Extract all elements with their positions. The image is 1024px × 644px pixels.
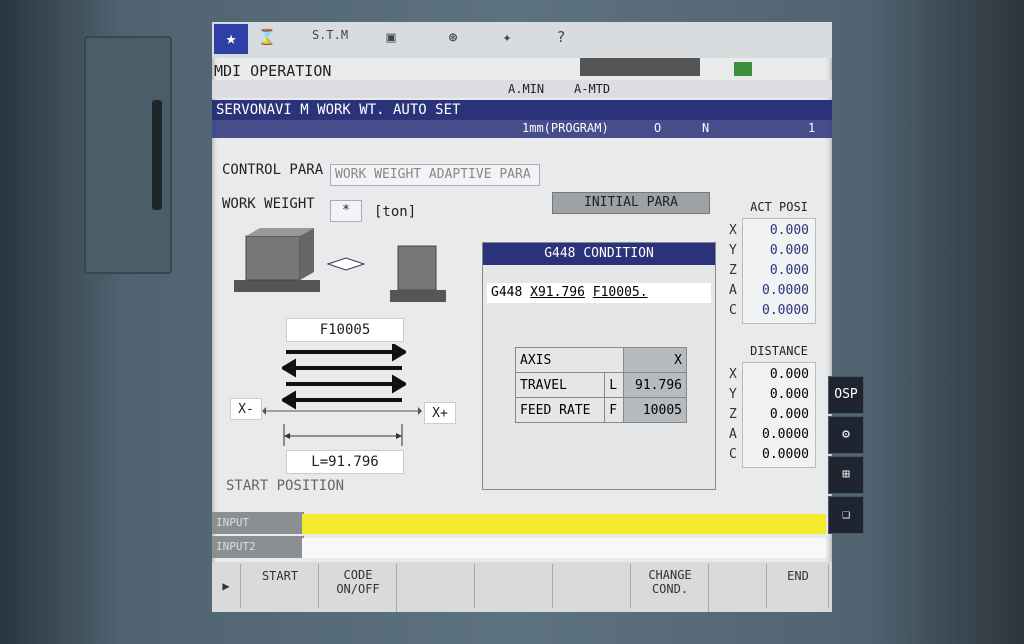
input2-label: INPUT2 <box>212 536 304 558</box>
unit-program: 1mm(PROGRAM) <box>522 121 609 135</box>
length-dimension <box>282 424 406 446</box>
side-tabs: OSP ⚙ ⊞ ❑ <box>828 376 864 546</box>
act-posi-row: Z 0.000 <box>729 263 809 278</box>
grid-icon[interactable]: ✦ <box>494 28 520 48</box>
cell-travel-value: 91.796 <box>623 372 687 398</box>
feed-label: F10005 <box>286 318 404 342</box>
act-posi-row: A 0.0000 <box>729 283 809 298</box>
status-icons <box>580 58 700 76</box>
window-tab-icon[interactable]: ❑ <box>828 496 864 534</box>
g448-header: G448 CONDITION <box>483 243 715 265</box>
cell-feed-value: 10005 <box>623 397 687 423</box>
cell-axis-value: X <box>623 347 687 373</box>
start-button[interactable]: START <box>242 564 319 608</box>
act-posi-row: C 0.0000 <box>729 303 809 318</box>
n-label: N <box>702 121 710 135</box>
cnc-screen: ★ ⌛ S.T.M ▣ ⊛ ✦ ? MDI OPERATION A.MIN A-… <box>212 22 832 612</box>
distance-row: X 0.000 <box>729 367 809 382</box>
cell-feed: FEED RATE <box>514 397 606 423</box>
act-posi-header: ACT POSI <box>750 200 808 214</box>
work-diagram <box>234 226 454 306</box>
cell-feed-sym: F <box>604 397 625 423</box>
cell-travel-sym: L <box>604 372 625 398</box>
table-row: TRAVEL L 91.796 <box>514 372 687 398</box>
help-icon[interactable]: ? <box>548 28 574 48</box>
change-cond-button[interactable]: CHANGE COND. <box>632 564 709 612</box>
camera-icon[interactable]: ▣ <box>378 28 404 48</box>
g448-panel: G448 CONDITION G448 X91.796 F10005. AXIS… <box>482 242 716 490</box>
top-icon-bar: ★ ⌛ S.T.M ▣ ⊛ ✦ ? <box>212 22 832 58</box>
stm-label[interactable]: S.T.M <box>310 28 350 48</box>
o-label: O <box>654 121 662 135</box>
fkey-empty-5[interactable] <box>554 564 631 608</box>
tool-icon[interactable]: ⊛ <box>440 28 466 48</box>
input-label: INPUT <box>212 512 304 534</box>
act-posi-row: Y 0.000 <box>729 243 809 258</box>
distance-row: A 0.0000 <box>729 427 809 442</box>
distance-header: DISTANCE <box>750 344 808 358</box>
status-strip: A.MIN A-MTD <box>212 58 832 98</box>
x-axis-arrow <box>262 402 422 415</box>
osp-tab[interactable]: OSP <box>828 376 864 414</box>
g448-x: X91.796 <box>530 285 585 300</box>
fkey-empty-3[interactable] <box>398 564 475 608</box>
latch-slot <box>152 100 162 210</box>
act-posi-row: X 0.000 <box>729 223 809 238</box>
screen-title-bar: SERVONAVI M WORK WT. AUTO SET <box>212 100 832 120</box>
mode-label: MDI OPERATION <box>214 62 332 80</box>
cell-travel: TRAVEL <box>514 372 606 398</box>
fkey-empty-7[interactable] <box>710 564 767 608</box>
fkey-page[interactable]: ▶ <box>212 564 241 608</box>
input2-field[interactable] <box>302 538 826 558</box>
length-label: L=91.796 <box>286 450 404 474</box>
status-amtd: A-MTD <box>574 82 611 96</box>
x-minus-label: X- <box>230 398 262 420</box>
status-amin: A.MIN <box>508 82 545 96</box>
act-posi-panel: X 0.000 Y 0.000 Z 0.000 A 0.0000 C 0.0000 <box>729 218 816 324</box>
lock-indicator-icon <box>734 62 752 76</box>
start-position-label: START POSITION <box>226 478 345 494</box>
g448-table: AXIS X TRAVEL L 91.796 FEED RATE F 10005 <box>514 347 687 423</box>
tool-tab-icon[interactable]: ⚙ <box>828 416 864 454</box>
distance-row: Y 0.000 <box>729 387 809 402</box>
end-button[interactable]: END <box>768 564 829 608</box>
fkey-empty-4[interactable] <box>476 564 553 608</box>
work-weight-field[interactable]: * <box>330 200 362 222</box>
program-bar: 1mm(PROGRAM) O N 1 <box>212 120 832 138</box>
distance-row: Z 0.000 <box>729 407 809 422</box>
x-plus-label: X+ <box>424 402 456 424</box>
control-para-label: CONTROL PARA <box>222 162 324 178</box>
cell-axis: AXIS <box>514 347 625 373</box>
input-field[interactable] <box>302 514 826 534</box>
distance-row: C 0.0000 <box>729 447 809 462</box>
plus-tab-icon[interactable]: ⊞ <box>828 456 864 494</box>
g448-code: G448 <box>491 285 523 300</box>
g448-code-line: G448 X91.796 F10005. <box>487 283 711 303</box>
g448-f: F10005. <box>592 285 648 300</box>
initial-para-button[interactable]: INITIAL PARA <box>552 192 710 214</box>
home-logo-icon[interactable]: ★ <box>214 24 248 54</box>
hourglass-icon[interactable]: ⌛ <box>254 28 280 48</box>
screen-title: SERVONAVI M WORK WT. AUTO SET <box>216 102 461 118</box>
distance-panel: X 0.000 Y 0.000 Z 0.000 A 0.0000 C 0.0000 <box>729 362 816 468</box>
code-onoff-button[interactable]: CODE ON/OFF <box>320 564 397 612</box>
work-weight-unit: [ton] <box>374 204 417 220</box>
work-weight-label: WORK WEIGHT <box>222 196 315 212</box>
table-row: AXIS X <box>514 347 687 373</box>
function-key-bar: ▶ START CODE ON/OFF CHANGE COND. END <box>212 562 832 612</box>
table-row: FEED RATE F 10005 <box>514 397 687 423</box>
control-para-field[interactable]: WORK WEIGHT ADAPTIVE PARA <box>330 164 540 186</box>
n-value: 1 <box>808 121 816 135</box>
